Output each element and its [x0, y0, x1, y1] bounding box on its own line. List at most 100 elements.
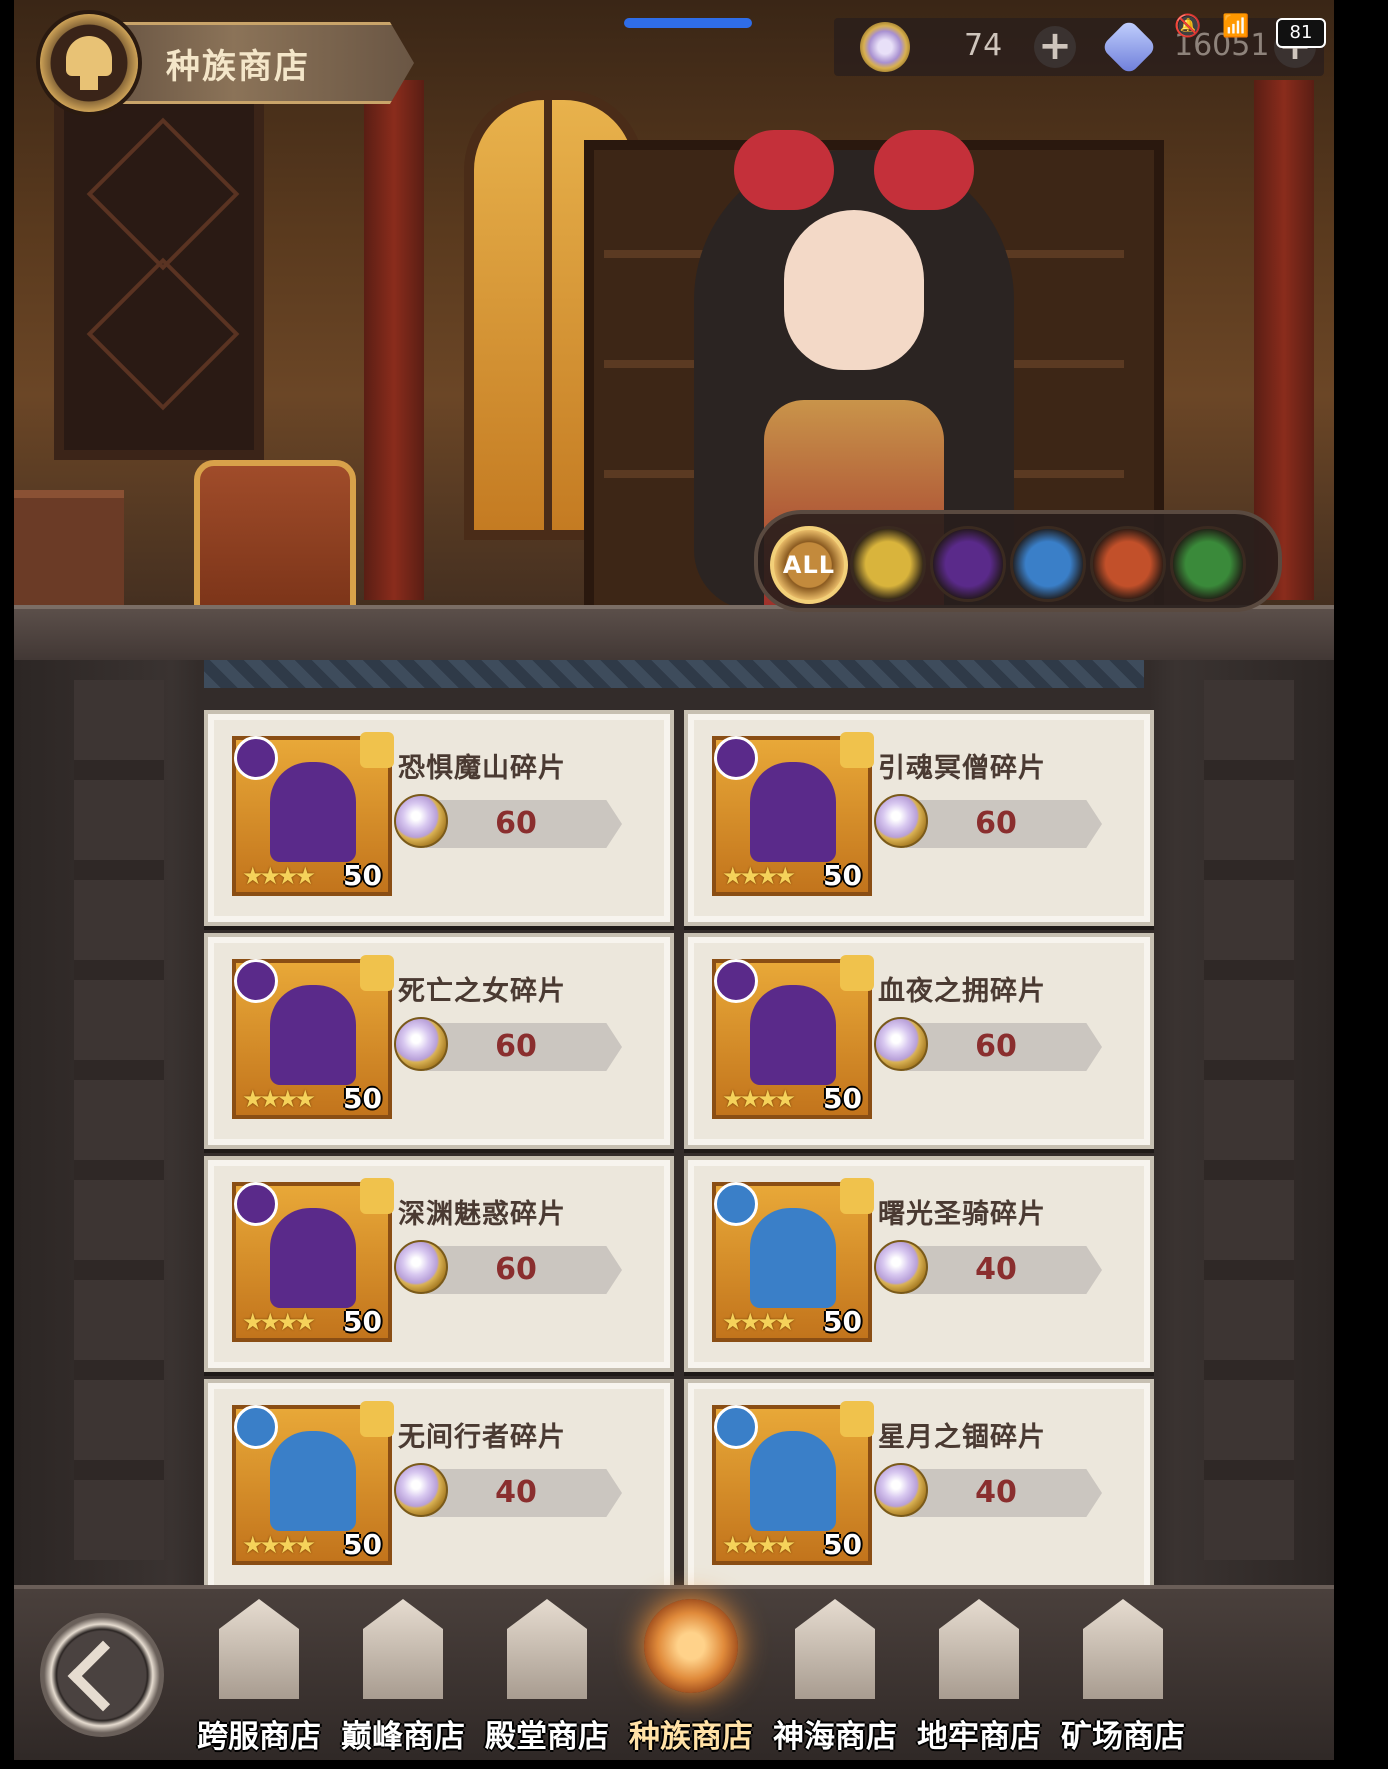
graveborn-faction-icon[interactable] — [1010, 526, 1086, 602]
page-title: 种族商店 — [166, 47, 310, 87]
status-indicator-pill — [624, 18, 752, 28]
hero-sprite — [270, 1431, 356, 1531]
hero-portrait: ★★★★ 50 — [232, 955, 394, 1119]
item-name: 死亡之女碎片 — [398, 976, 566, 1007]
tab-shop-1[interactable]: 巅峰商店 — [328, 1599, 478, 1759]
hero-portrait: ★★★★ 50 — [232, 1401, 394, 1565]
item-name: 深渊魅惑碎片 — [398, 1199, 566, 1230]
light-faction-icon[interactable] — [850, 526, 926, 602]
treasure-chest-decoration — [194, 460, 356, 622]
shop-tab-icon — [219, 1599, 299, 1699]
price-value: 40 — [975, 1252, 1017, 1287]
back-button[interactable] — [40, 1613, 164, 1737]
tab-shop-5[interactable]: 地牢商店 — [904, 1599, 1054, 1759]
diamond-icon — [1100, 18, 1158, 76]
shop-item-card[interactable]: ★★★★ 50 引魂冥僧碎片 60 — [684, 710, 1154, 926]
item-name: 曙光圣骑碎片 — [878, 1199, 1046, 1230]
faction-coin-icon — [394, 1240, 448, 1294]
item-name: 引魂冥僧碎片 — [878, 753, 1046, 784]
shop-item-card[interactable]: ★★★★ 50 血夜之拥碎片 60 — [684, 933, 1154, 1149]
pillar-decoration — [1204, 680, 1294, 1560]
faction-coin-icon — [874, 1240, 928, 1294]
faction-badge-icon — [234, 1182, 278, 1226]
tab-shop-2[interactable]: 殿堂商店 — [472, 1599, 622, 1759]
price-value: 40 — [975, 1475, 1017, 1510]
shard-puzzle-icon — [360, 732, 394, 768]
add-faction-coin-button[interactable]: + — [1034, 26, 1076, 68]
nature-faction-icon[interactable] — [1170, 526, 1246, 602]
faction-coin-icon — [394, 1017, 448, 1071]
shard-quantity: 50 — [823, 859, 862, 892]
faction-coin-icon — [874, 1017, 928, 1071]
shop-counter — [14, 605, 1334, 664]
filter-all-button[interactable]: ALL — [770, 526, 848, 604]
shop-item-card[interactable]: ★★★★ 50 星月之锢碎片 40 — [684, 1379, 1154, 1595]
item-name: 血夜之拥碎片 — [878, 976, 1046, 1007]
shard-quantity: 50 — [823, 1528, 862, 1561]
faction-coin-icon — [394, 794, 448, 848]
price-value: 60 — [495, 806, 537, 841]
filter-all-label: ALL — [782, 551, 836, 579]
faction-badge-icon — [234, 959, 278, 1003]
dark-faction-icon[interactable] — [930, 526, 1006, 602]
hero-sprite — [270, 1208, 356, 1308]
price-button[interactable]: 60 — [906, 800, 1102, 848]
shop-item-card[interactable]: ★★★★ 50 无间行者碎片 40 — [204, 1379, 674, 1595]
price-value: 60 — [495, 1252, 537, 1287]
faction-coin-icon — [874, 794, 928, 848]
tab-shop-4[interactable]: 神海商店 — [760, 1599, 910, 1759]
curtain-decoration — [364, 80, 424, 600]
star-rating: ★★★★ — [722, 1085, 796, 1113]
faction-filter-bar: ALL — [754, 510, 1282, 612]
shard-puzzle-icon — [840, 732, 874, 768]
shard-quantity: 50 — [343, 859, 382, 892]
shop-item-card[interactable]: ★★★★ 50 曙光圣骑碎片 40 — [684, 1156, 1154, 1372]
price-button[interactable]: 60 — [426, 800, 622, 848]
shop-item-card[interactable]: ★★★★ 50 深渊魅惑碎片 60 — [204, 1156, 674, 1372]
faction-coin-icon — [860, 22, 910, 72]
tab-label: 巅峰商店 — [341, 1719, 465, 1755]
hero-portrait: ★★★★ 50 — [232, 732, 394, 896]
shard-puzzle-icon — [840, 955, 874, 991]
tab-shop-0[interactable]: 跨服商店 — [184, 1599, 334, 1759]
tab-label: 神海商店 — [773, 1719, 897, 1755]
price-button[interactable]: 40 — [906, 1246, 1102, 1294]
faction-badge-icon — [714, 736, 758, 780]
hero-sprite — [270, 985, 356, 1085]
tab-label: 地牢商店 — [917, 1719, 1041, 1755]
tab-shop-3[interactable]: 种族商店 — [616, 1599, 766, 1759]
shard-quantity: 50 — [343, 1082, 382, 1115]
tab-label: 跨服商店 — [197, 1719, 321, 1755]
faction-coin-count: 74 — [964, 28, 1003, 63]
star-rating: ★★★★ — [722, 862, 796, 890]
hero-portrait: ★★★★ 50 — [712, 732, 874, 896]
item-name: 恐惧魔山碎片 — [398, 753, 566, 784]
price-button[interactable]: 40 — [426, 1469, 622, 1517]
star-rating: ★★★★ — [242, 1085, 316, 1113]
price-value: 60 — [975, 806, 1017, 841]
shard-puzzle-icon — [360, 955, 394, 991]
faction-badge-icon — [714, 1182, 758, 1226]
shop-tab-icon — [939, 1599, 1019, 1699]
shop-title-banner: 种族商店 — [114, 22, 414, 104]
hero-sprite — [270, 762, 356, 862]
hero-portrait: ★★★★ 50 — [712, 1401, 874, 1565]
shard-quantity: 50 — [343, 1528, 382, 1561]
shop-tab-icon — [644, 1599, 738, 1693]
shard-quantity: 50 — [823, 1082, 862, 1115]
pillar-decoration — [74, 680, 164, 1560]
price-value: 40 — [495, 1475, 537, 1510]
beast-faction-icon[interactable] — [1090, 526, 1166, 602]
price-button[interactable]: 60 — [906, 1023, 1102, 1071]
hero-portrait: ★★★★ 50 — [712, 955, 874, 1119]
hero-portrait: ★★★★ 50 — [232, 1178, 394, 1342]
mute-icon: 🔕 — [1174, 14, 1202, 39]
shop-item-card[interactable]: ★★★★ 50 死亡之女碎片 60 — [204, 933, 674, 1149]
price-button[interactable]: 60 — [426, 1246, 622, 1294]
shop-item-card[interactable]: ★★★★ 50 恐惧魔山碎片 60 — [204, 710, 674, 926]
price-button[interactable]: 40 — [906, 1469, 1102, 1517]
hot-air-balloon-icon — [40, 14, 138, 112]
tab-shop-6[interactable]: 矿场商店 — [1048, 1599, 1198, 1759]
shard-puzzle-icon — [840, 1178, 874, 1214]
price-button[interactable]: 60 — [426, 1023, 622, 1071]
